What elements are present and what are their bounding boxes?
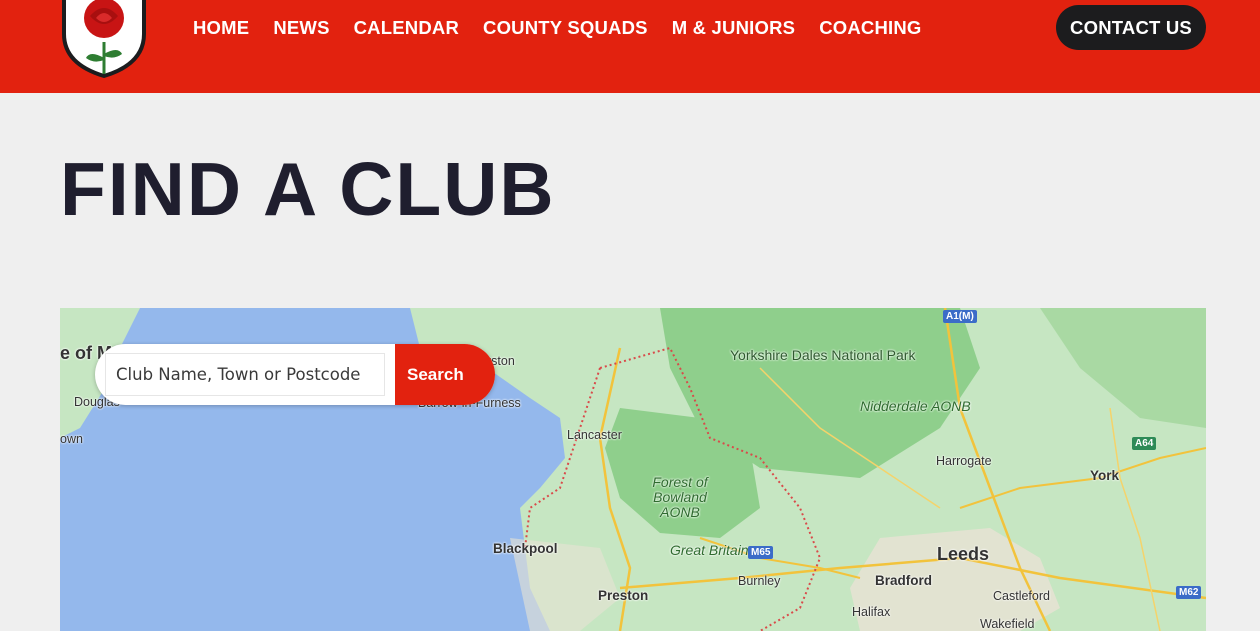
club-rose-logo[interactable]	[60, 0, 148, 78]
nav-news[interactable]: NEWS	[273, 17, 329, 39]
map-label-yorkshire-dales: Yorkshire Dales National Park	[730, 347, 916, 363]
nav-calendar[interactable]: CALENDAR	[354, 17, 459, 39]
map-label-preston: Preston	[598, 588, 649, 603]
main-nav: HOME NEWS CALENDAR COUNTY SQUADS M & JUN…	[193, 17, 946, 39]
road-badge-m62: M62	[1176, 586, 1202, 599]
page-title: FIND A CLUB	[60, 147, 556, 231]
map-label-castleford: Castleford	[993, 589, 1050, 603]
map-label-blackpool: Blackpool	[493, 541, 558, 556]
club-search-input[interactable]	[105, 353, 385, 396]
map-label-wakefield: Wakefield	[980, 617, 1035, 631]
nav-county-squads[interactable]: COUNTY SQUADS	[483, 17, 648, 39]
road-badge-a1m: A1(M)	[943, 310, 977, 323]
map-label-halifax: Halifax	[852, 605, 891, 619]
contact-us-button[interactable]: CONTACT US	[1056, 5, 1206, 50]
map-label-burnley: Burnley	[738, 574, 781, 588]
map-label-bowland: Forest of Bowland AONB	[652, 474, 708, 520]
map-label-harrogate: Harrogate	[936, 454, 992, 468]
nav-home[interactable]: HOME	[193, 17, 249, 39]
map-label-nidderdale: Nidderdale AONB	[860, 398, 971, 414]
map-label-town: own	[60, 432, 83, 446]
nav-juniors[interactable]: M & JUNIORS	[672, 17, 796, 39]
map-label-bradford: Bradford	[875, 573, 932, 588]
site-header: HOME NEWS CALENDAR COUNTY SQUADS M & JUN…	[0, 0, 1260, 93]
map-label-great-britain: Great Britain	[670, 542, 749, 558]
road-badge-m65: M65	[748, 546, 774, 559]
map-label-leeds: Leeds	[937, 544, 990, 564]
search-button[interactable]: Search	[395, 344, 495, 405]
road-badge-a64: A64	[1132, 437, 1157, 450]
rose-shield-icon	[62, 0, 146, 78]
map-label-lancaster: Lancaster	[567, 428, 622, 442]
map-label-york: York	[1090, 468, 1120, 483]
nav-coaching[interactable]: COACHING	[819, 17, 921, 39]
